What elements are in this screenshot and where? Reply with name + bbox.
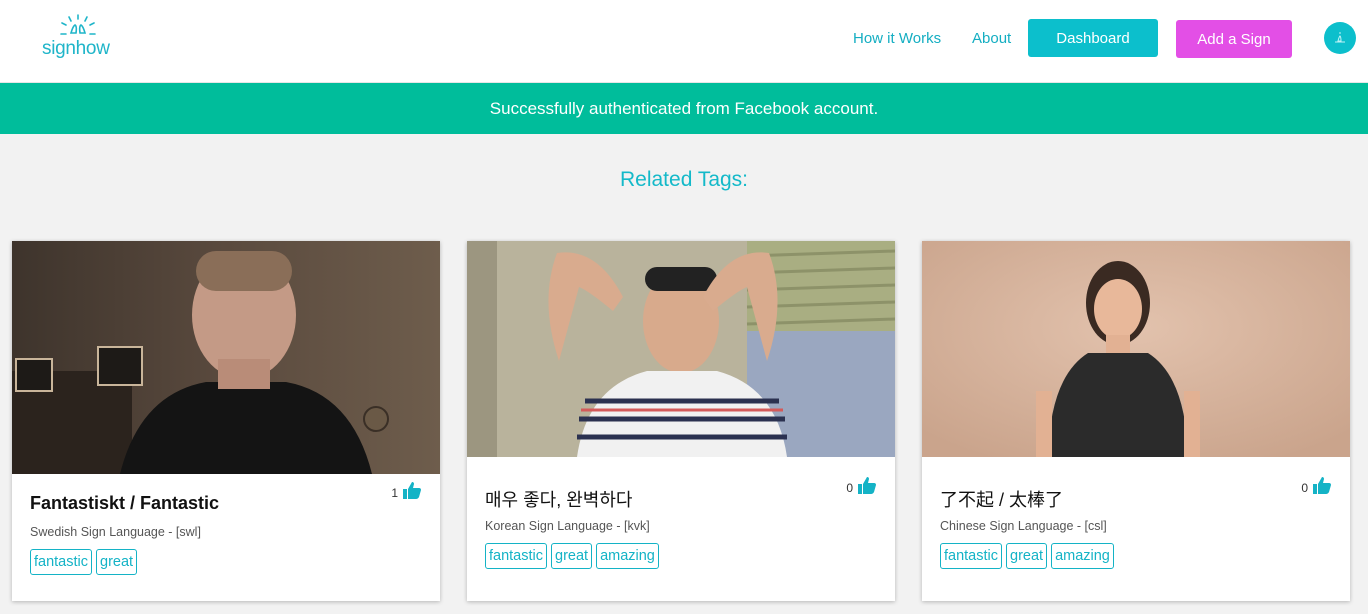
tag-great[interactable]: great	[551, 543, 593, 569]
sign-language: Swedish Sign Language - [swl]	[30, 525, 201, 539]
sign-language: Chinese Sign Language - [csl]	[940, 519, 1107, 533]
dashboard-button[interactable]: Dashboard	[1028, 19, 1158, 57]
thumbs-up-icon[interactable]	[402, 480, 422, 500]
sign-language: Korean Sign Language - [kvk]	[485, 519, 650, 533]
tag-list: fantastic great amazing	[485, 543, 659, 569]
tag-great[interactable]: great	[96, 549, 138, 575]
sign-title[interactable]: Fantastiskt / Fantastic	[30, 493, 219, 514]
sign-video-thumbnail[interactable]	[467, 241, 895, 457]
sign-title[interactable]: 매우 좋다, 완벽하다	[485, 486, 632, 512]
tag-fantastic[interactable]: fantastic	[940, 543, 1002, 569]
tag-fantastic[interactable]: fantastic	[30, 549, 92, 575]
sign-card[interactable]: 매우 좋다, 완벽하다 0 Korean Sign Language - [kv…	[467, 241, 895, 601]
like-counter[interactable]: 1	[391, 480, 422, 500]
nav-how-it-works[interactable]: How it Works	[853, 30, 941, 47]
related-tags-heading: Related Tags:	[619, 168, 749, 191]
top-navbar: signhow How it Works About Dashboard Add…	[0, 0, 1368, 83]
tag-great[interactable]: great	[1006, 543, 1048, 569]
like-count: 0	[846, 481, 853, 495]
tag-fantastic[interactable]: fantastic	[485, 543, 547, 569]
like-count: 1	[391, 486, 398, 500]
like-counter[interactable]: 0	[1301, 475, 1332, 495]
sign-video-thumbnail[interactable]	[922, 241, 1350, 457]
signhow-logo[interactable]: signhow	[40, 14, 122, 64]
nav-about[interactable]: About	[972, 30, 1011, 47]
sign-video-thumbnail[interactable]	[12, 241, 440, 474]
tag-amazing[interactable]: amazing	[1051, 543, 1114, 569]
brand-name: signhow	[42, 38, 110, 59]
video-frame-image	[12, 241, 440, 474]
thumbs-up-icon[interactable]	[857, 475, 877, 495]
sign-card[interactable]: Fantastiskt / Fantastic 1 Swedish Sign L…	[12, 241, 440, 601]
tag-amazing[interactable]: amazing	[596, 543, 659, 569]
like-count: 0	[1301, 481, 1308, 495]
sign-title[interactable]: 了不起 / 太棒了	[940, 486, 1063, 512]
tag-list: fantastic great amazing	[940, 543, 1114, 569]
add-sign-button[interactable]: Add a Sign	[1176, 20, 1292, 58]
sign-card[interactable]: 了不起 / 太棒了 0 Chinese Sign Language - [csl…	[922, 241, 1350, 601]
avatar-logo-icon	[1335, 32, 1345, 43]
auth-success-banner: Successfully authenticated from Facebook…	[0, 83, 1368, 134]
user-avatar[interactable]	[1324, 22, 1356, 54]
tag-list: fantastic great	[30, 549, 138, 575]
thumbs-up-icon[interactable]	[1312, 475, 1332, 495]
video-frame-image	[467, 241, 895, 457]
like-counter[interactable]: 0	[846, 475, 877, 495]
video-frame-image	[922, 241, 1350, 457]
